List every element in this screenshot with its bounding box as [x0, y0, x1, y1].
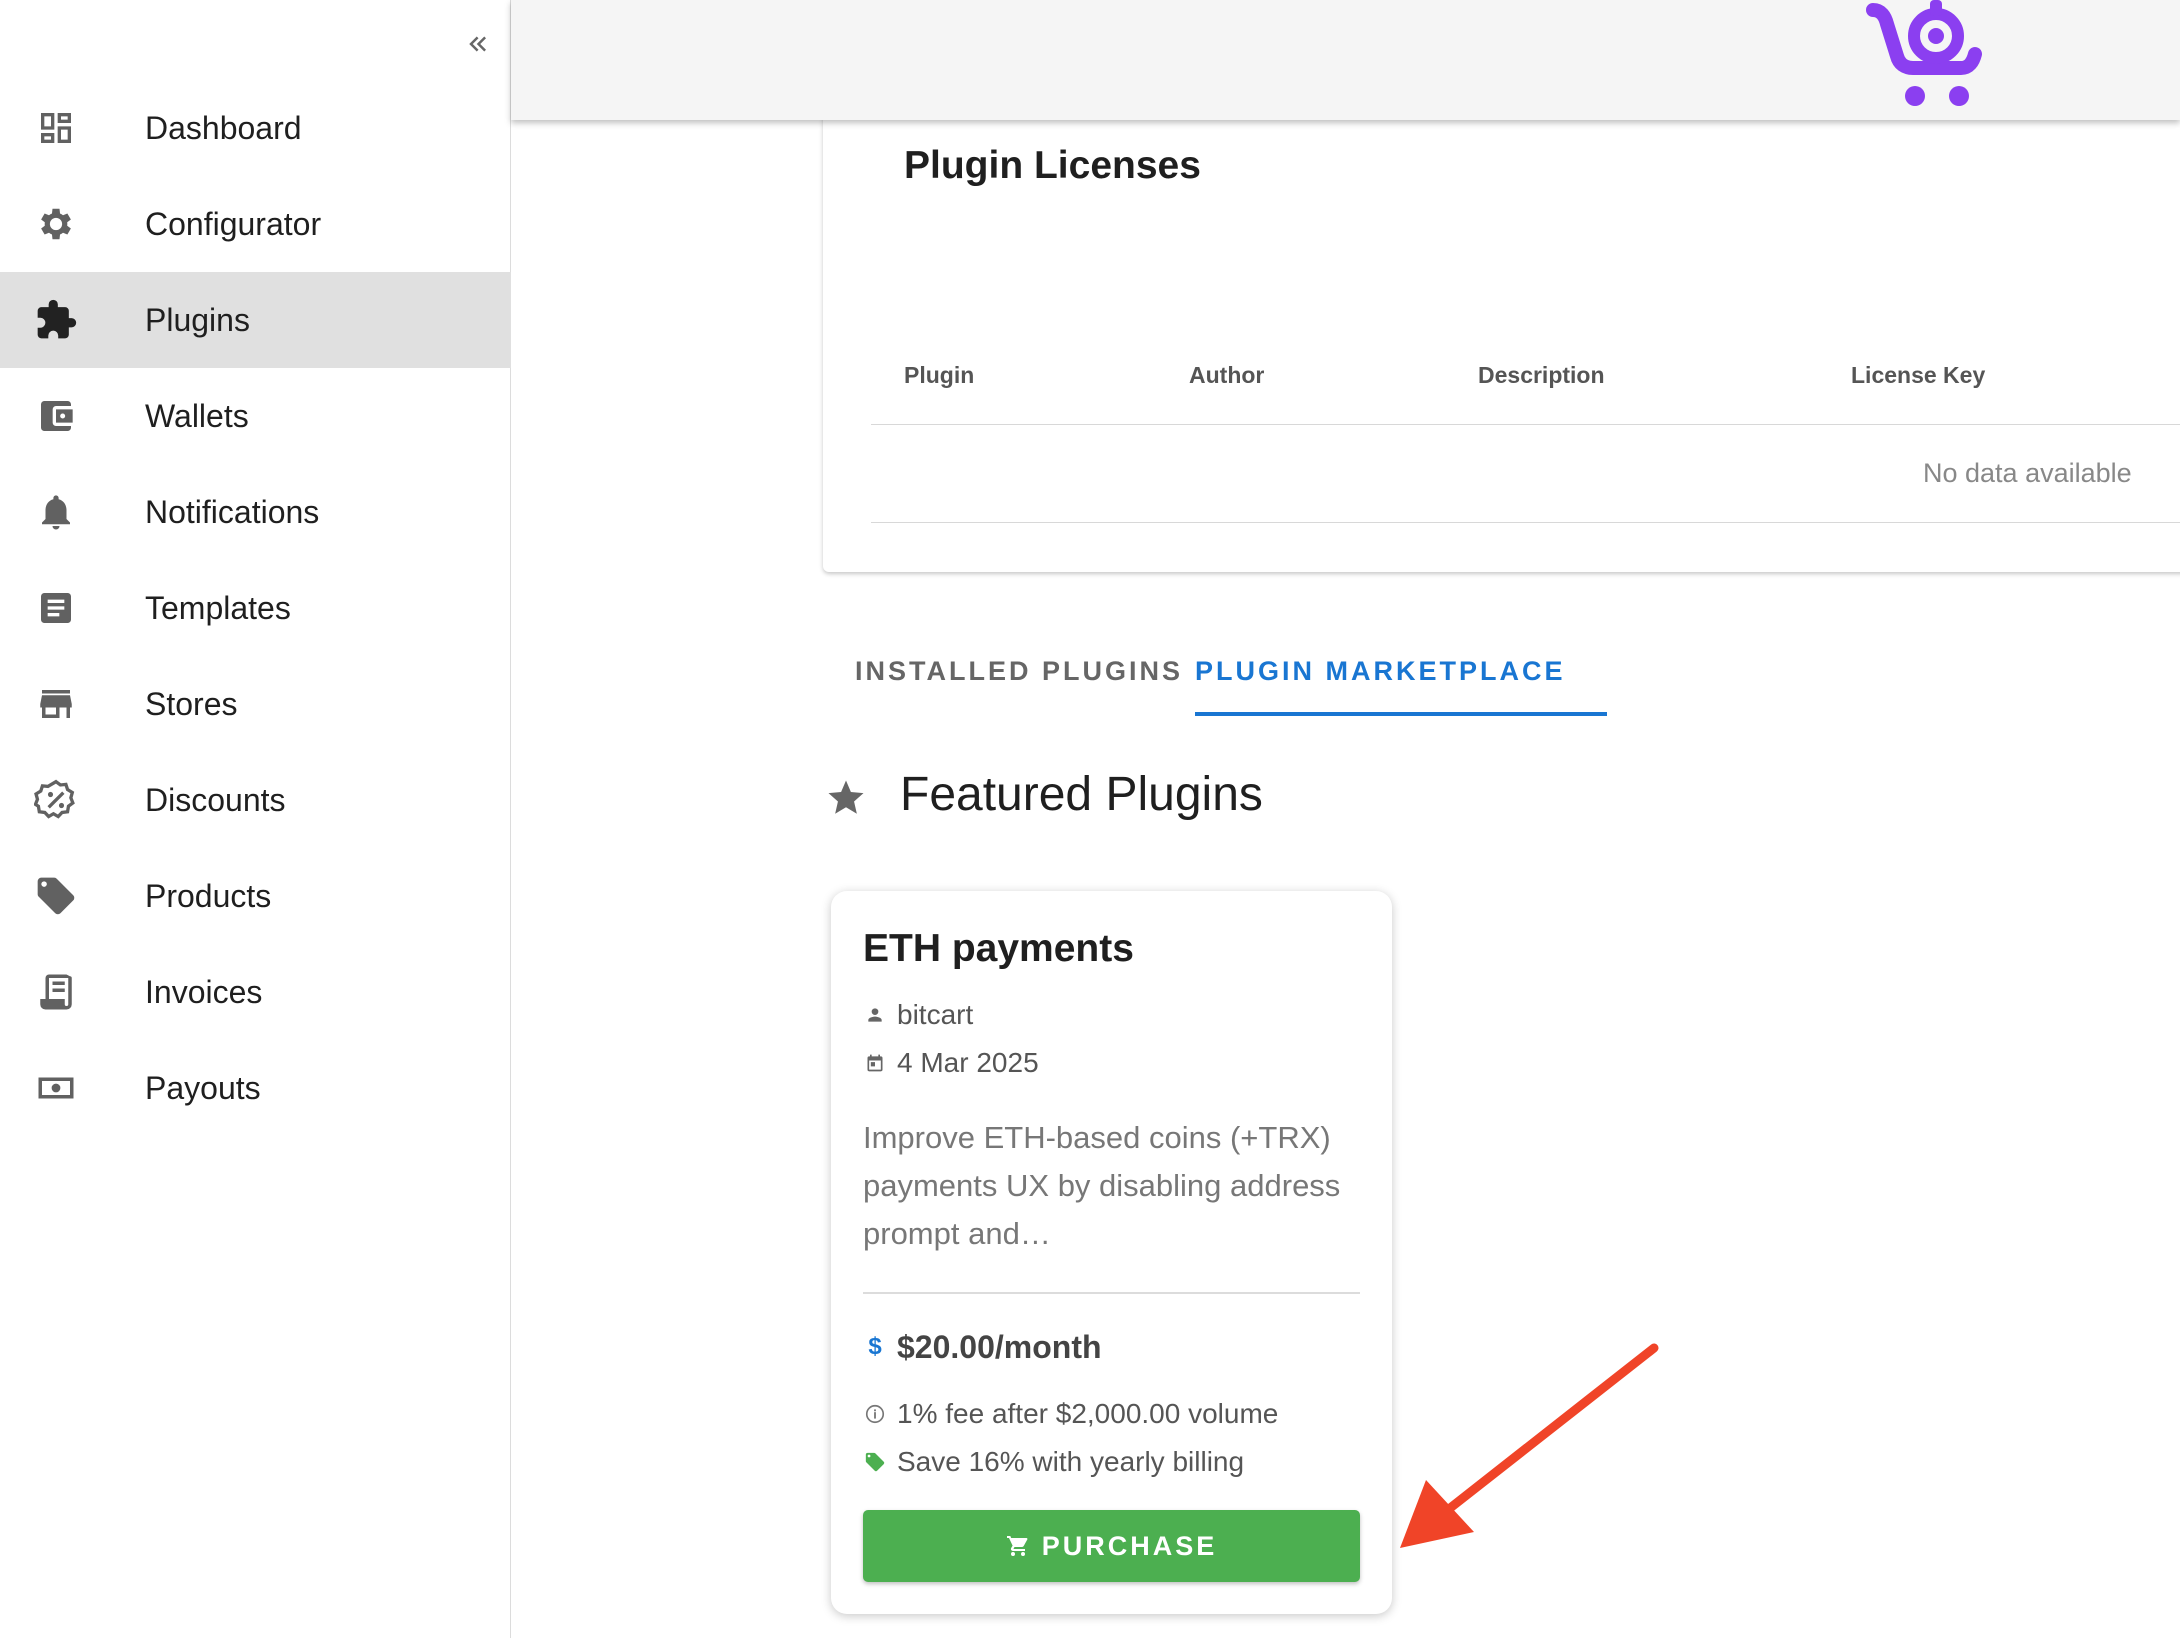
- receipt-icon: [33, 969, 79, 1015]
- fee-note-row: 1% fee after $2,000.00 volume: [863, 1397, 1278, 1431]
- sidebar-item-label: Plugins: [145, 301, 250, 338]
- sidebar-item-payouts[interactable]: Payouts: [0, 1040, 511, 1136]
- sidebar-item-products[interactable]: Products: [0, 848, 511, 944]
- plugin-date: 4 Mar 2025: [897, 1047, 1039, 1078]
- sidebar-item-notifications[interactable]: Notifications: [0, 464, 511, 560]
- save-note-row: Save 16% with yearly billing: [863, 1445, 1244, 1479]
- sidebar-item-label: Configurator: [145, 205, 322, 242]
- tag-icon: [33, 873, 79, 919]
- bell-icon: [33, 489, 79, 535]
- dashboard-icon: [33, 105, 79, 151]
- empty-state-text: No data available: [1923, 458, 2132, 488]
- purchase-button-label: PURCHASE: [1041, 1530, 1218, 1561]
- sidebar-item-label: Notifications: [145, 493, 320, 530]
- discount-badge-icon: [33, 777, 79, 823]
- sidebar-item-invoices[interactable]: Invoices: [0, 944, 511, 1040]
- cart-logo-icon[interactable]: [1857, 0, 1987, 112]
- licenses-title: Plugin Licenses: [904, 144, 1201, 187]
- document-icon: [33, 585, 79, 631]
- sidebar-item-label: Products: [145, 877, 272, 914]
- featured-plugins-header: Featured Plugins: [825, 765, 1425, 825]
- sidebar-item-plugins[interactable]: Plugins: [0, 272, 511, 368]
- sidebar: Dashboard Configurator Plugins Wallets N…: [0, 0, 511, 1638]
- featured-plugins-title: Featured Plugins: [900, 768, 1263, 821]
- green-tag-icon: [863, 1450, 887, 1474]
- fee-note: 1% fee after $2,000.00 volume: [897, 1398, 1279, 1429]
- tab-installed-plugins[interactable]: INSTALLED PLUGINS: [855, 625, 1183, 717]
- cash-icon: [33, 1065, 79, 1111]
- puzzle-icon: [33, 297, 79, 343]
- app-root: Dashboard Configurator Plugins Wallets N…: [0, 0, 2180, 1638]
- sidebar-item-discounts[interactable]: Discounts: [0, 752, 511, 848]
- calendar-icon: [863, 1051, 887, 1075]
- sidebar-item-configurator[interactable]: Configurator: [0, 176, 511, 272]
- purchase-button[interactable]: PURCHASE: [863, 1510, 1360, 1582]
- plugin-date-row: 4 Mar 2025: [863, 1046, 1039, 1080]
- star-icon: [828, 780, 864, 814]
- info-icon: [863, 1402, 887, 1426]
- person-icon: [863, 1003, 887, 1027]
- sidebar-item-wallets[interactable]: Wallets: [0, 368, 511, 464]
- double-chevron-left-icon: [469, 36, 486, 52]
- plugin-licenses-card: Plugin Licenses Plugin Author Descriptio…: [823, 100, 2180, 572]
- plugin-title: ETH payments: [863, 927, 1134, 970]
- sidebar-item-label: Wallets: [145, 397, 249, 434]
- plugin-price-row: $ $20.00/month: [863, 1326, 1102, 1368]
- licenses-table-header: Plugin Author Description License Key: [871, 320, 2180, 425]
- top-app-bar: [511, 0, 2180, 120]
- wallet-icon: [33, 393, 79, 439]
- sidebar-item-label: Payouts: [145, 1069, 261, 1106]
- store-icon: [33, 681, 79, 727]
- sidebar-item-label: Templates: [145, 589, 291, 626]
- sidebar-item-label: Discounts: [145, 781, 286, 818]
- sidebar-item-templates[interactable]: Templates: [0, 560, 511, 656]
- plugin-description: Improve ETH-based coins (+TRX) payments …: [863, 1120, 1341, 1251]
- card-divider: [863, 1292, 1360, 1294]
- column-header-description[interactable]: Description: [1478, 362, 1605, 389]
- gear-icon: [33, 201, 79, 247]
- cart-icon: [1006, 1534, 1030, 1558]
- licenses-empty-row: No data available: [871, 425, 2180, 523]
- column-header-author[interactable]: Author: [1189, 362, 1264, 389]
- sidebar-item-label: Stores: [145, 685, 238, 722]
- column-header-license-key[interactable]: License Key: [1851, 362, 1985, 389]
- plugin-tabs: INSTALLED PLUGINS PLUGIN MARKETPLACE: [823, 625, 1623, 717]
- sidebar-item-label: Invoices: [145, 973, 263, 1010]
- save-note: Save 16% with yearly billing: [897, 1446, 1245, 1477]
- sidebar-item-dashboard[interactable]: Dashboard: [0, 80, 511, 176]
- dollar-icon: $: [868, 1333, 882, 1360]
- annotation-arrow-icon: [1400, 1343, 1659, 1548]
- column-header-plugin[interactable]: Plugin: [904, 362, 974, 389]
- collapse-sidebar-button[interactable]: [456, 22, 500, 66]
- plugin-price: $20.00/month: [897, 1328, 1102, 1365]
- sidebar-nav: Dashboard Configurator Plugins Wallets N…: [0, 80, 511, 1136]
- plugin-author: bitcart: [897, 999, 974, 1030]
- plugin-author-row: bitcart: [863, 998, 973, 1032]
- plugin-card[interactable]: ETH payments bitcart 4 Mar 2025 Improve …: [831, 891, 1392, 1614]
- active-tab-indicator: [1195, 712, 1607, 716]
- sidebar-item-label: Dashboard: [145, 109, 302, 146]
- tab-plugin-marketplace[interactable]: PLUGIN MARKETPLACE: [1195, 625, 1566, 717]
- sidebar-item-stores[interactable]: Stores: [0, 656, 511, 752]
